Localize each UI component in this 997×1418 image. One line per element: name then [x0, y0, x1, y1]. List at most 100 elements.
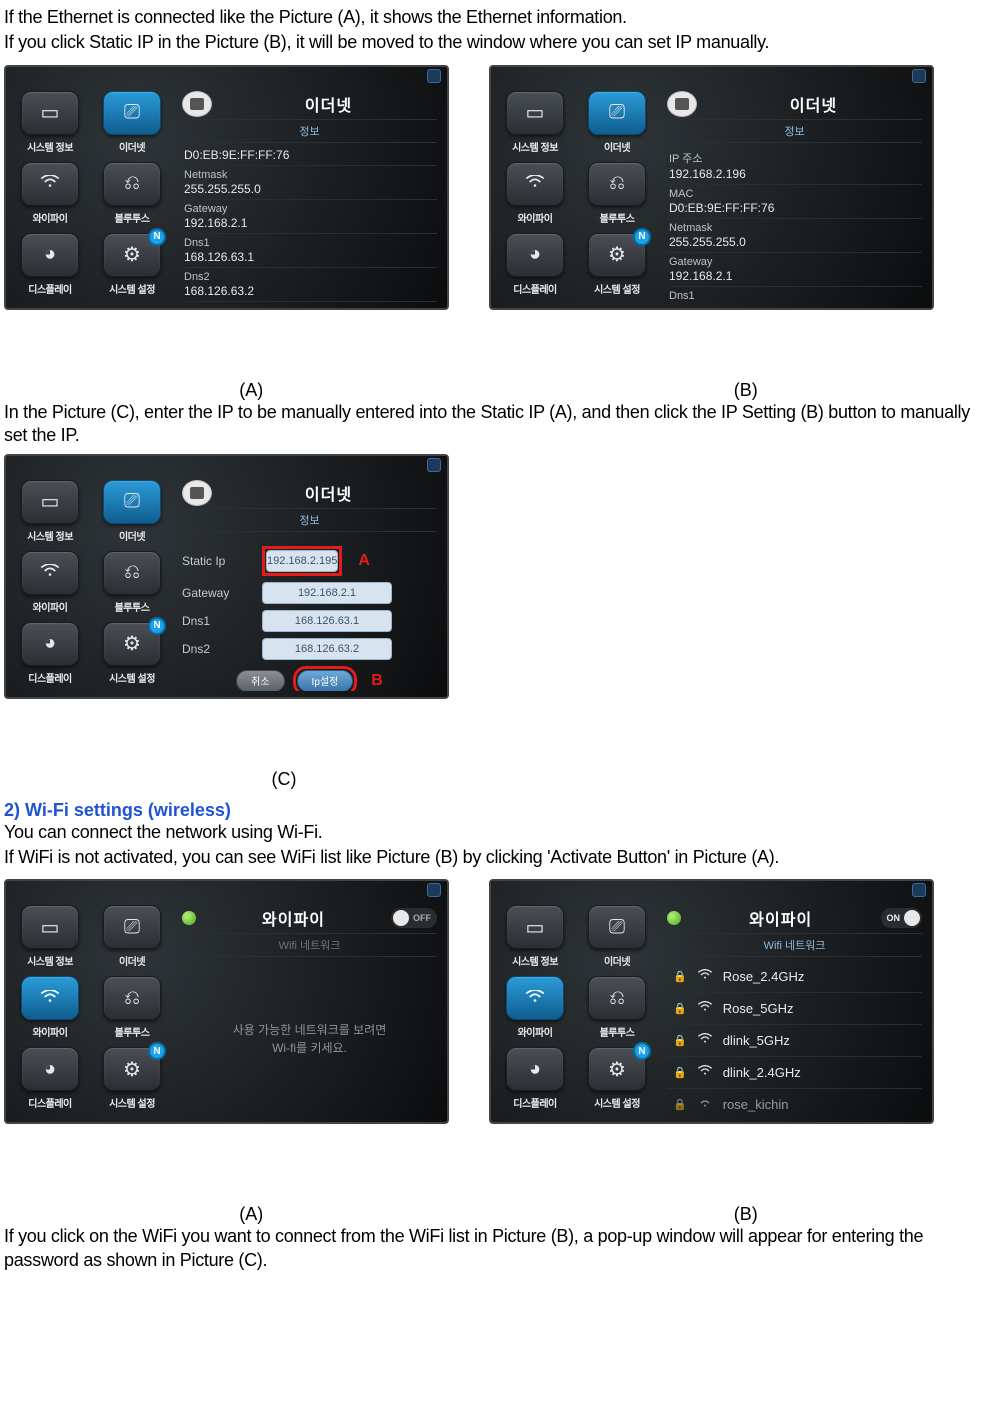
caption-wifi-b: (B)	[499, 1204, 994, 1225]
pane-subhead: 정보	[182, 119, 437, 143]
device-ethernet-a: ▭시스템 정보 ⎚이더넷 와이파이 ⎌블루투스 ◕디스플레이 ⚙N시스템 설정 …	[4, 65, 449, 310]
dns1-input[interactable]: 168.126.63.1	[262, 610, 392, 632]
toggle-label: OFF	[413, 913, 431, 923]
nav-syssetting[interactable]: ⚙N	[103, 1047, 161, 1091]
nav-syssetting[interactable]: ⚙N	[103, 233, 161, 277]
wifi-off-msg-1: 사용 가능한 네트워크를 보려면	[233, 1021, 387, 1039]
gateway-value: 192.168.2.1	[184, 216, 435, 230]
static-ip-input[interactable]: 192.168.2.195	[266, 550, 338, 572]
nav-ethernet[interactable]: ⎚	[588, 905, 646, 949]
nav-display[interactable]: ◕	[21, 622, 79, 666]
cancel-button[interactable]: 취소	[236, 670, 284, 691]
wifi-off-msg-2: Wi-fi를 키세요.	[272, 1039, 347, 1057]
wifi-row: ▭시스템 정보 ⎚이더넷 와이파이 ⎌블루투스 ◕디스플레이 ⚙N시스템 설정 …	[4, 879, 993, 1124]
corner-led-icon	[912, 883, 926, 897]
clock-icon: ◕	[44, 632, 56, 655]
lock-icon: 🔒	[673, 1034, 687, 1047]
nav-sysinfo[interactable]: ▭	[21, 480, 79, 524]
monitor-icon: ▭	[526, 100, 545, 125]
monitor-icon: ▭	[41, 915, 60, 940]
bluetooth-icon: ⎌	[124, 987, 140, 1010]
nav-syssetting-label: 시스템 설정	[109, 281, 155, 296]
toggle-label: ON	[887, 913, 901, 923]
ethernet-port-icon	[182, 91, 212, 117]
gateway-value: 192.168.2.1	[669, 269, 920, 283]
netmask-label: Netmask	[669, 222, 920, 234]
wifi-status-icon	[667, 911, 681, 925]
device-wifi-b: ▭시스템 정보 ⎚이더넷 와이파이 ⎌블루투스 ◕디스플레이 ⚙N시스템 설정 …	[489, 879, 934, 1124]
wifi-toggle[interactable]: ON	[881, 908, 923, 928]
nav-bluetooth[interactable]: ⎌	[103, 162, 161, 206]
nav-display-label: 디스플레이	[28, 281, 72, 296]
nav-wifi[interactable]	[506, 976, 564, 1020]
nav-syssetting[interactable]: ⚙N	[588, 1047, 646, 1091]
bluetooth-icon: ⎌	[609, 172, 625, 195]
nav-display[interactable]: ◕	[506, 233, 564, 277]
nav-wifi[interactable]	[506, 162, 564, 206]
nav-sysinfo[interactable]: ▭	[21, 91, 79, 135]
nav-wifi[interactable]	[21, 976, 79, 1020]
gateway-label: Gateway	[182, 586, 252, 600]
ethernet-port-icon	[182, 480, 212, 506]
nav-sysinfo[interactable]: ▭	[21, 905, 79, 949]
wifi-list-item[interactable]: 🔒Rose_2.4GHz	[667, 961, 922, 993]
dns1-label: Dns1	[184, 237, 435, 249]
settings-icon: ⚙	[123, 1057, 141, 1082]
wifi-list-item[interactable]: 🔒rose_kichin	[667, 1089, 922, 1116]
monitor-icon: ▭	[41, 100, 60, 125]
nav-ethernet[interactable]: ⎚	[588, 91, 646, 135]
nav-grid: ▭시스템 정보 ⎚이더넷 와이파이 ⎌블루투스 ◕디스플레이 ⚙N시스템 설정	[6, 474, 176, 697]
pane-subhead: 정보	[182, 508, 437, 532]
nav-bluetooth[interactable]: ⎌	[588, 162, 646, 206]
ip-setting-button[interactable]: Ip설정	[297, 670, 354, 691]
pane-title: 이더넷	[220, 481, 437, 505]
notification-badge: N	[148, 1042, 166, 1060]
nav-ethernet[interactable]: ⎚	[103, 480, 161, 524]
nav-sysinfo[interactable]: ▭	[506, 91, 564, 135]
ethernet-row: ▭시스템 정보 ⎚이더넷 와이파이 ⎌블루투스 ◕디스플레이 ⚙N시스템 설정 …	[4, 65, 993, 310]
nav-display[interactable]: ◕	[21, 233, 79, 277]
nav-syssetting[interactable]: ⚙N	[103, 622, 161, 666]
dns2-label: Dns2	[182, 642, 252, 656]
wifi-toggle[interactable]: OFF	[391, 908, 437, 928]
gateway-input[interactable]: 192.168.2.1	[262, 582, 392, 604]
device-ethernet-c: ▭시스템 정보 ⎚이더넷 와이파이 ⎌블루투스 ◕디스플레이 ⚙N시스템 설정 …	[4, 454, 449, 699]
intro-line-2: If you click Static IP in the Picture (B…	[4, 31, 993, 54]
pane-subhead: Wifi 네트워크	[182, 933, 437, 957]
caption-wifi-a: (A)	[4, 1204, 499, 1225]
nav-ethernet[interactable]: ⎚	[103, 905, 161, 949]
nav-wifi[interactable]	[21, 162, 79, 206]
dns2-label: Dns2	[184, 271, 435, 283]
nav-display[interactable]: ◕	[506, 1047, 564, 1091]
wifi-name: Rose_5GHz	[723, 1001, 794, 1016]
annotation-b: B	[371, 672, 383, 690]
pane-subhead: Wifi 네트워크	[667, 933, 922, 957]
corner-led-icon	[427, 458, 441, 472]
dns2-input[interactable]: 168.126.63.2	[262, 638, 392, 660]
pane-title: 와이파이	[689, 906, 873, 930]
bluetooth-icon: ⎌	[124, 561, 140, 584]
caption-b: (B)	[499, 380, 994, 401]
clock-icon: ◕	[529, 243, 541, 266]
nav-syssetting[interactable]: ⚙N	[588, 233, 646, 277]
clock-icon: ◕	[44, 1058, 56, 1081]
wifi-icon	[524, 172, 546, 195]
intro-line-1: If the Ethernet is connected like the Pi…	[4, 6, 993, 29]
nav-grid: ▭시스템 정보 ⎚이더넷 와이파이 ⎌블루투스 ◕디스플레이 ⚙N시스템 설정	[491, 85, 661, 308]
wifi-list-item[interactable]: 🔒dlink_5GHz	[667, 1025, 922, 1057]
nav-bluetooth[interactable]: ⎌	[588, 976, 646, 1020]
nav-display[interactable]: ◕	[21, 1047, 79, 1091]
nav-bluetooth[interactable]: ⎌	[103, 976, 161, 1020]
section-2-title: 2) Wi-Fi settings (wireless)	[4, 800, 993, 821]
dns1-value: 168.126.63.1	[184, 250, 435, 264]
wifi-list-item[interactable]: 🔒Rose_5GHz	[667, 993, 922, 1025]
mac-value: D0:EB:9E:FF:FF:76	[669, 201, 920, 215]
nav-sysinfo[interactable]: ▭	[506, 905, 564, 949]
monitor-icon: ▭	[41, 489, 60, 514]
caption-c: (C)	[4, 769, 564, 790]
nav-ethernet[interactable]: ⎚	[103, 91, 161, 135]
nav-grid: ▭시스템 정보 ⎚이더넷 와이파이 ⎌블루투스 ◕디스플레이 ⚙N시스템 설정	[6, 85, 176, 308]
wifi-list-item[interactable]: 🔒dlink_2.4GHz	[667, 1057, 922, 1089]
nav-bluetooth[interactable]: ⎌	[103, 551, 161, 595]
nav-wifi[interactable]	[21, 551, 79, 595]
